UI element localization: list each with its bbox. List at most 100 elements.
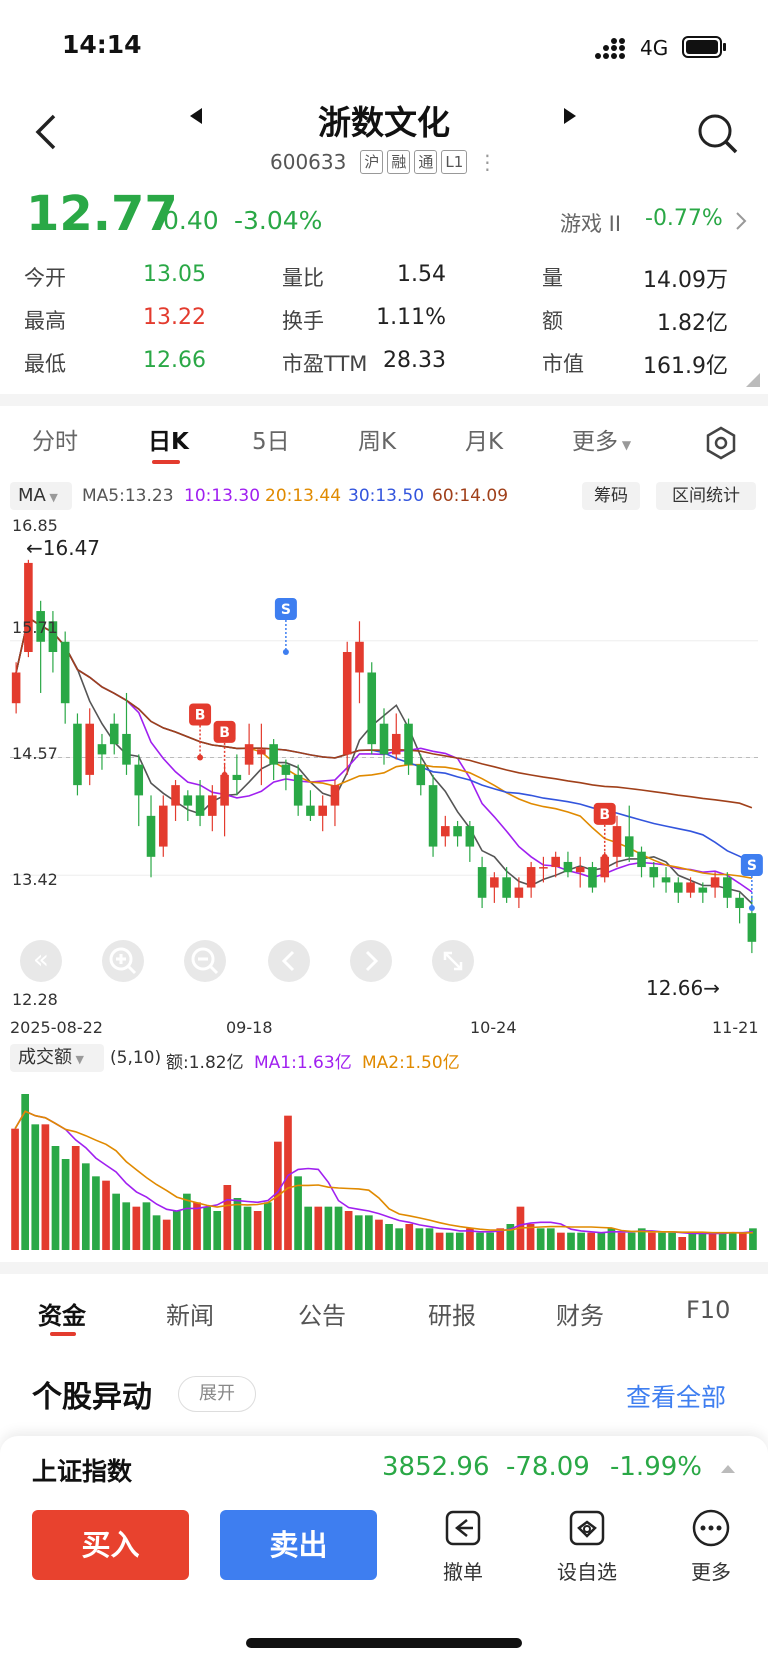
marker-label: S bbox=[281, 602, 291, 618]
expand-index-button[interactable] bbox=[720, 1460, 736, 1479]
pan-left-button[interactable] bbox=[268, 940, 310, 982]
stat-value: 1.54 bbox=[397, 262, 446, 287]
candle-body bbox=[171, 785, 180, 806]
cancel-order-button[interactable]: 撤单 bbox=[418, 1508, 508, 1585]
volume-bar bbox=[223, 1185, 232, 1250]
marker-dot bbox=[221, 771, 228, 778]
volume-bar bbox=[678, 1237, 687, 1250]
zoom-out-button[interactable] bbox=[184, 940, 226, 982]
candle-body bbox=[490, 877, 499, 888]
chevron-right-icon bbox=[365, 950, 379, 972]
home-indicator bbox=[246, 1638, 522, 1648]
more-actions-button[interactable]: 更多 bbox=[666, 1508, 756, 1585]
marker-label: B bbox=[599, 807, 610, 823]
index-name: 上证指数 bbox=[32, 1457, 133, 1486]
volume-ma1: MA1:1.63亿 bbox=[254, 1053, 352, 1073]
range-stats-button[interactable]: 区间统计 bbox=[656, 482, 756, 510]
volume-bar bbox=[294, 1176, 302, 1250]
stock-code: 600633 bbox=[270, 150, 347, 174]
stat-value: 13.05 bbox=[143, 262, 206, 287]
volume-bar bbox=[375, 1219, 383, 1250]
price-change-pct: -3.04% bbox=[234, 206, 323, 235]
marker-dot bbox=[601, 853, 608, 860]
view-all-link[interactable]: 查看全部 bbox=[626, 1378, 726, 1414]
expand-button[interactable]: 展开 bbox=[178, 1376, 256, 1412]
expand-icon bbox=[443, 951, 463, 971]
volume-bar bbox=[243, 1206, 252, 1250]
price-change: -0.40 bbox=[154, 206, 219, 235]
sector-link[interactable]: 游戏 II -0.77% bbox=[558, 204, 748, 238]
volume-ma2: MA2:1.50亿 bbox=[362, 1053, 460, 1073]
tab-f10[interactable]: F10 bbox=[686, 1296, 730, 1324]
corner-triangle-icon bbox=[746, 372, 760, 387]
volume-bar bbox=[648, 1232, 656, 1250]
stat-value: 12.66 bbox=[143, 348, 206, 373]
candle-body bbox=[428, 785, 438, 847]
candle-body bbox=[416, 764, 426, 786]
volume-selector[interactable]: 成交额 ▼ bbox=[10, 1044, 104, 1072]
tab-daily-k[interactable]: 日K bbox=[148, 422, 189, 456]
buy-button[interactable]: 买入 bbox=[32, 1510, 189, 1580]
volume-chart[interactable] bbox=[0, 1074, 768, 1254]
marker-label: B bbox=[195, 707, 206, 723]
date-label-3: 11-21 bbox=[712, 1018, 759, 1037]
volume-bar bbox=[486, 1232, 494, 1250]
volume-bar bbox=[92, 1176, 100, 1250]
candle-body bbox=[539, 867, 548, 869]
stat-label: 市值 bbox=[542, 352, 584, 376]
volume-bar bbox=[445, 1232, 454, 1250]
volume-bar bbox=[435, 1232, 444, 1250]
volume-bar bbox=[344, 1211, 353, 1250]
index-pct: -1.99% bbox=[610, 1452, 702, 1482]
tab-announcements[interactable]: 公告 bbox=[298, 1296, 346, 1331]
candle-body bbox=[624, 836, 634, 857]
add-watch-label: 设自选 bbox=[557, 1560, 617, 1584]
next-stock-button[interactable] bbox=[560, 104, 580, 128]
volume-bar bbox=[455, 1232, 464, 1250]
caret-up-icon bbox=[721, 1465, 735, 1473]
search-button[interactable] bbox=[696, 112, 740, 156]
candle-body bbox=[391, 733, 401, 755]
y-axis-low: 13.42 bbox=[12, 870, 58, 889]
volume-bar bbox=[536, 1228, 545, 1250]
zoom-in-button[interactable] bbox=[102, 940, 144, 982]
tab-monthly-k[interactable]: 月K bbox=[465, 422, 503, 456]
tab-news[interactable]: 新闻 bbox=[166, 1296, 214, 1331]
ma-selector[interactable]: MA ▼ bbox=[10, 482, 72, 510]
tab-finance[interactable]: 财务 bbox=[556, 1296, 604, 1331]
candle-body bbox=[97, 744, 107, 755]
stat-value: 28.33 bbox=[383, 348, 446, 373]
tab-more[interactable]: 更多 ▼ bbox=[572, 422, 631, 456]
more-dots-icon[interactable]: ⋮ bbox=[477, 150, 497, 174]
search-icon bbox=[698, 114, 738, 154]
candlestick-chart[interactable]: BBSBS bbox=[0, 512, 768, 1012]
volume-bar bbox=[122, 1202, 131, 1250]
tab-weekly-k[interactable]: 周K bbox=[358, 422, 396, 456]
volume-bar bbox=[102, 1180, 110, 1250]
candle-body bbox=[514, 887, 524, 898]
tag-tong: 通 bbox=[414, 150, 438, 174]
pan-right-button[interactable] bbox=[350, 940, 392, 982]
tab-intraday[interactable]: 分时 bbox=[32, 422, 78, 456]
rewind-button[interactable]: « bbox=[20, 940, 62, 982]
tag-l1: L1 bbox=[441, 150, 468, 174]
candle-body bbox=[109, 723, 119, 745]
chip-button[interactable]: 筹码 bbox=[582, 482, 640, 510]
sell-button[interactable]: 卖出 bbox=[220, 1510, 377, 1580]
candle-body bbox=[441, 826, 450, 837]
network-type: 4G bbox=[640, 36, 669, 60]
add-watch-button[interactable]: 设自选 bbox=[542, 1508, 632, 1585]
tab-funds[interactable]: 资金 bbox=[38, 1296, 86, 1331]
settings-button[interactable] bbox=[704, 426, 738, 464]
fullscreen-button[interactable] bbox=[432, 940, 474, 982]
volume-bar bbox=[112, 1193, 120, 1250]
tab-research[interactable]: 研报 bbox=[428, 1296, 476, 1331]
tab-5day[interactable]: 5日 bbox=[252, 422, 290, 456]
volume-bar bbox=[334, 1206, 343, 1250]
volume-bar bbox=[577, 1232, 585, 1250]
zoom-in-icon bbox=[109, 947, 137, 975]
candle-body bbox=[208, 795, 217, 816]
candle-body bbox=[404, 723, 413, 765]
marker-dot bbox=[282, 649, 289, 656]
volume-bar bbox=[698, 1232, 707, 1250]
